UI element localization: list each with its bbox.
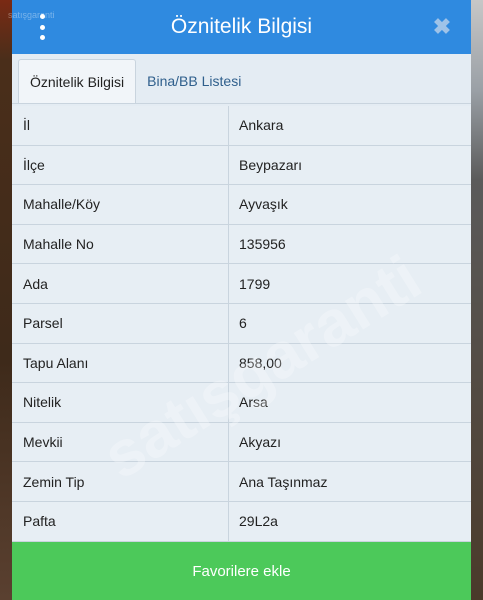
row-key: Tapu Alanı [12, 343, 229, 383]
row-value: 29L2a [239, 513, 278, 530]
tab-bar: Öznitelik Bilgisi Bina/BB Listesi [12, 54, 471, 104]
table-row: Mevkii Akyazı [12, 422, 471, 463]
row-key: Zemin Tip [12, 462, 229, 501]
table-row: Mahalle No 135956 [12, 224, 471, 265]
table-row: Pafta 29L2a [12, 501, 471, 542]
corner-watermark: satışgaranti [8, 10, 55, 20]
table-row: Nitelik Arsa [12, 383, 471, 423]
row-value: 1799 [239, 275, 271, 292]
row-key: İlçe [12, 145, 229, 185]
attribute-table: İl Ankara İlçe Beypazarı Mahalle/Köy Ayv… [12, 106, 471, 542]
close-icon[interactable]: ✖ [427, 12, 457, 42]
add-to-favorites-button[interactable]: Favorilere ekle [12, 542, 471, 600]
tab-building-list[interactable]: Bina/BB Listesi [136, 59, 252, 103]
tab-attribute-info[interactable]: Öznitelik Bilgisi [18, 59, 137, 103]
row-key: Pafta [12, 501, 229, 541]
row-value: 6 [239, 315, 247, 332]
row-key: Mahalle/Köy [12, 185, 229, 224]
row-key: Mevkii [12, 422, 229, 462]
modal-title: Öznitelik Bilgisi [170, 15, 313, 38]
row-value: 135956 [239, 236, 286, 253]
table-row: Parsel 6 [12, 303, 471, 344]
table-row: Ada 1799 [12, 264, 471, 304]
row-key: Ada [12, 264, 229, 303]
table-row: İlçe Beypazarı [12, 145, 471, 186]
table-row: Tapu Alanı 858,00 [12, 343, 471, 384]
row-key: Parsel [12, 303, 229, 343]
row-value: Ankara [239, 117, 284, 134]
row-key: İl [12, 106, 229, 145]
row-value: Akyazı [239, 434, 282, 451]
row-value: Ayvaşık [239, 196, 288, 213]
background-right [469, 0, 483, 600]
row-key: Nitelik [12, 383, 229, 422]
row-value: Beypazarı [239, 156, 303, 173]
row-value: 858,00 [239, 354, 282, 371]
row-value: Ana Taşınmaz [239, 473, 328, 490]
table-row: Mahalle/Köy Ayvaşık [12, 185, 471, 225]
attribute-info-modal: Öznitelik Bilgisi ✖ Öznitelik Bilgisi Bi… [12, 0, 471, 600]
row-value: Arsa [239, 394, 268, 411]
modal-header: Öznitelik Bilgisi ✖ [12, 0, 471, 54]
table-row: İl Ankara [12, 106, 471, 146]
row-key: Mahalle No [12, 224, 229, 264]
table-row: Zemin Tip Ana Taşınmaz [12, 462, 471, 502]
